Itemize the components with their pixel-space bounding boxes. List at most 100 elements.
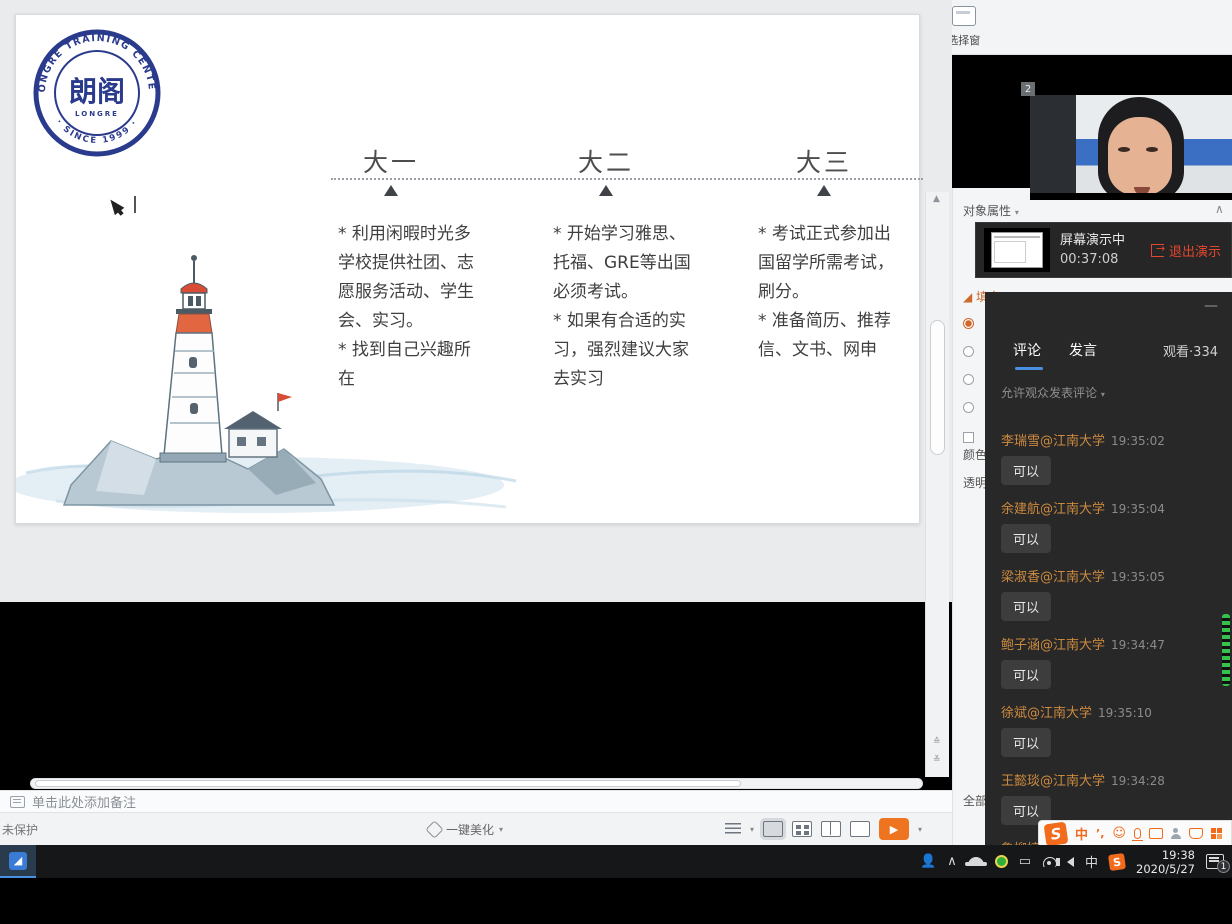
horizontal-scrollbar[interactable] <box>30 778 923 789</box>
toolbox-icon[interactable] <box>1211 828 1222 839</box>
beautify-icon <box>425 820 443 838</box>
vertical-scrollbar[interactable]: ▲ ≙ ≚ <box>925 192 949 777</box>
presenting-timer: 00:37:08 <box>1060 250 1125 269</box>
slide-edit-area: LONGRE TRAINING CENTER · SINCE 1999 · 朗阁… <box>0 0 952 602</box>
chinese-mode-icon[interactable]: 中 <box>1075 824 1088 843</box>
normal-view-button[interactable] <box>763 821 783 837</box>
svg-text:LONGRE: LONGRE <box>75 110 119 118</box>
svg-text:朗阁: 朗阁 <box>69 75 125 108</box>
windows-taskbar: ◢ 👤 ∧ ▭ 中 S 19:38 2020/5/27 1 <box>0 845 1232 878</box>
punctuation-icon[interactable]: ’, <box>1096 827 1104 840</box>
live-stream-panel: — 评论 发言 观看·334 允许观众发表评论 ▾ 李瑞雪@江南大学19:35:… <box>985 292 1232 845</box>
stage-text-year3: * 考试正式参加出国留学所需考试，刷分。 * 准备简历、推荐信、文书、网申 <box>758 220 898 365</box>
lighthouse-illustration <box>16 233 521 525</box>
allow-comments-dropdown[interactable]: 允许观众发表评论 ▾ <box>1001 384 1105 401</box>
notification-badge: 1 <box>1217 860 1230 873</box>
taskbar-clock[interactable]: 19:38 2020/5/27 <box>1136 848 1195 876</box>
sogou-tray-icon[interactable]: S <box>1108 852 1126 870</box>
apply-all-button[interactable]: 全部 <box>963 792 987 809</box>
fill-radio[interactable] <box>963 402 974 413</box>
comment-list[interactable]: 李瑞雪@江南大学19:35:02 可以 余建航@江南大学19:35:04 可以 … <box>1001 430 1211 845</box>
horizontal-scroll-thumb[interactable] <box>35 780 741 787</box>
timeline-marker <box>384 185 398 196</box>
comment-item: 余建航@江南大学19:35:04 可以 <box>1001 498 1211 553</box>
timeline-marker <box>599 185 613 196</box>
presenting-thumbnail <box>984 228 1050 272</box>
timeline-marker <box>817 185 831 196</box>
antivirus-icon[interactable] <box>995 855 1008 868</box>
selection-pane-icon <box>952 6 976 26</box>
fill-checkbox[interactable] <box>963 432 974 443</box>
voice-input-icon[interactable] <box>1134 828 1141 839</box>
taskbar-time: 19:38 <box>1136 848 1195 862</box>
wifi-icon[interactable] <box>1042 857 1056 867</box>
one-click-beautify-button[interactable]: 一键美化▾ <box>428 821 503 838</box>
presenting-status: 屏幕演示中 <box>1060 231 1125 250</box>
slide-canvas[interactable]: LONGRE TRAINING CENTER · SINCE 1999 · 朗阁… <box>15 14 920 524</box>
next-slide-icon[interactable]: ≚ <box>933 755 941 765</box>
tab-comments[interactable]: 评论 <box>1013 340 1041 360</box>
special-view-button[interactable] <box>850 821 870 837</box>
presenter-eye <box>1118 147 1130 152</box>
previous-slide-icon[interactable]: ≙ <box>933 737 941 747</box>
sogou-ime-bar: S 中 ’, ☺ <box>1038 820 1232 847</box>
notes-toggle-icon[interactable] <box>725 823 741 835</box>
ime-indicator[interactable]: 中 <box>1085 852 1098 871</box>
slide-sorter-view-button[interactable] <box>792 821 812 837</box>
skin-icon[interactable] <box>1189 828 1203 839</box>
transparency-label: 透明 <box>963 474 987 491</box>
color-label: 颜色 <box>963 446 987 463</box>
scroll-up-icon[interactable]: ▲ <box>933 194 940 204</box>
fill-radio[interactable] <box>963 346 974 357</box>
minimize-panel-icon[interactable]: — <box>1204 298 1218 314</box>
presenter-face <box>1108 117 1172 193</box>
vertical-scroll-thumb[interactable] <box>930 320 945 455</box>
longre-logo: LONGRE TRAINING CENTER · SINCE 1999 · 朗阁… <box>31 27 163 159</box>
stage-text-year2: * 开始学习雅思、托福、GRE等出国必须考试。 * 如果有合适的实习，强烈建议大… <box>553 220 693 394</box>
notes-toggle-caret[interactable]: ▾ <box>750 825 754 834</box>
reading-view-button[interactable] <box>821 821 841 837</box>
status-bar: 未保护 一键美化▾ ▾ ▶ ▾ <box>0 812 952 845</box>
comment-item: 鲍子涵@江南大学19:34:47 可以 <box>1001 634 1211 689</box>
fill-radio-selected[interactable] <box>963 318 974 329</box>
stage-title-year1: 大一 <box>331 143 451 179</box>
slideshow-play-button[interactable]: ▶ <box>879 818 909 840</box>
exit-presentation-button[interactable]: 退出演示 <box>1151 241 1221 260</box>
presenter-mouth <box>1134 187 1150 193</box>
notes-bar[interactable]: 单击此处添加备注 <box>0 790 952 812</box>
comment-item: 王懿琰@江南大学19:34:28 可以 <box>1001 770 1211 825</box>
stage-title-year2: 大二 <box>546 143 666 179</box>
presenter-eye <box>1146 147 1158 152</box>
comment-item: 梁淑香@江南大学19:35:05 可以 <box>1001 566 1211 621</box>
notification-center-icon[interactable]: 1 <box>1206 854 1224 869</box>
notes-icon <box>10 796 25 808</box>
cloud-icon[interactable] <box>968 857 984 866</box>
exit-icon <box>1151 244 1164 257</box>
slideshow-options-caret[interactable]: ▾ <box>918 825 922 834</box>
people-icon[interactable]: 👤 <box>920 854 936 869</box>
collapse-panel-icon[interactable]: ∧ <box>1215 202 1224 216</box>
speaker-icon[interactable] <box>1067 857 1074 867</box>
mic-level-meter <box>1222 614 1230 686</box>
comment-item: 徐斌@江南大学19:35:10 可以 <box>1001 702 1211 757</box>
object-properties-title[interactable]: 对象属性 ▾ ∧ <box>963 202 1019 219</box>
soft-keyboard-icon[interactable] <box>1149 828 1163 839</box>
webcam-count-badge: 2 <box>1021 82 1035 96</box>
stage-title-year3: 大三 <box>764 143 884 179</box>
comment-item: 李瑞雪@江南大学19:35:02 可以 <box>1001 430 1211 485</box>
fill-radio[interactable] <box>963 374 974 385</box>
viewer-count: 观看·334 <box>1163 341 1218 360</box>
folder-icon[interactable]: ▭ <box>1019 854 1031 869</box>
webcam-video[interactable] <box>1030 88 1232 200</box>
sogou-logo-icon[interactable]: S <box>1044 821 1069 846</box>
protect-status: 未保护 <box>2 821 38 838</box>
show-hidden-icons[interactable]: ∧ <box>947 854 957 869</box>
account-icon[interactable] <box>1171 828 1181 839</box>
emoji-icon[interactable]: ☺ <box>1112 826 1126 841</box>
screen-presenting-bar: 屏幕演示中 00:37:08 退出演示 <box>975 222 1232 278</box>
tab-speak[interactable]: 发言 <box>1069 340 1097 360</box>
mouse-cursor <box>106 196 125 215</box>
notes-placeholder: 单击此处添加备注 <box>32 792 136 811</box>
taskbar-app-active[interactable]: ◢ <box>0 845 36 878</box>
text-caret <box>134 196 136 213</box>
